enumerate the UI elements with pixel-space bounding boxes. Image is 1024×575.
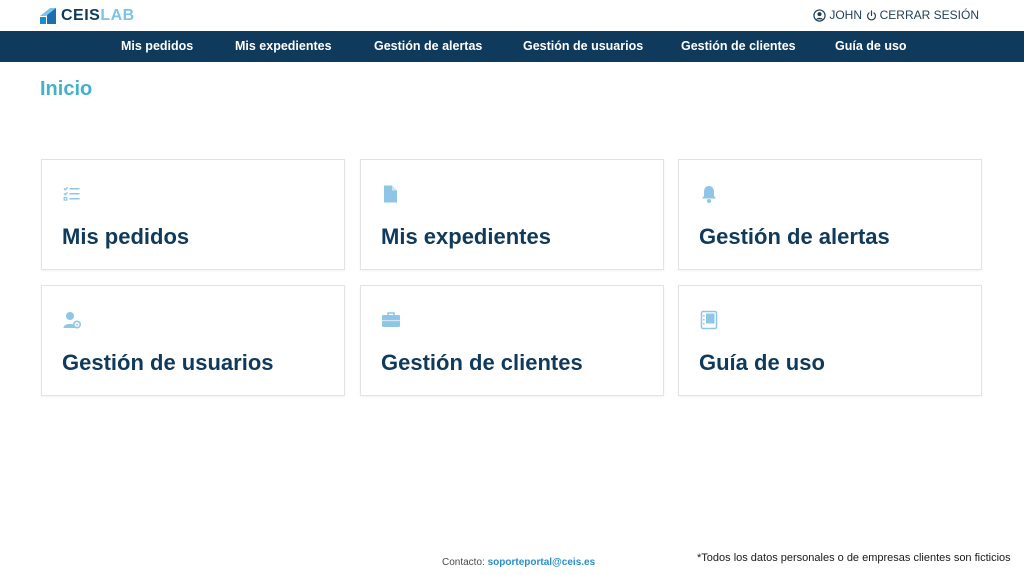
card-mis-expedientes[interactable]: Mis expedientes <box>360 159 664 270</box>
contact-label: Contacto: <box>442 557 485 568</box>
footer-contact: Contacto: soporteportal@ceis.es <box>442 557 595 568</box>
card-guia-uso[interactable]: Guía de uso <box>678 285 982 396</box>
card-title: Gestión de clientes <box>381 350 583 375</box>
brand-part1: CEIS <box>61 7 101 24</box>
user-name: JOHN <box>829 8 862 22</box>
notebook-icon <box>700 310 718 330</box>
card-gestion-alertas[interactable]: Gestión de alertas <box>678 159 982 270</box>
user-circle-icon <box>813 8 827 22</box>
user-gear-icon <box>63 312 82 329</box>
logo-mark-icon <box>40 8 56 24</box>
contact-email-link[interactable]: soporteportal@ceis.es <box>488 557 596 568</box>
nav-item-gestion-usuarios[interactable]: Gestión de usuarios <box>523 31 643 62</box>
power-icon <box>866 9 876 21</box>
card-title: Guía de uso <box>699 350 825 375</box>
main-nav: Mis pedidos Mis expedientes Gestión de a… <box>0 31 1024 62</box>
nav-item-gestion-clientes[interactable]: Gestión de clientes <box>681 31 796 62</box>
card-gestion-usuarios[interactable]: Gestión de usuarios <box>41 285 345 396</box>
card-title: Mis pedidos <box>62 224 190 249</box>
nav-item-mis-pedidos[interactable]: Mis pedidos <box>121 31 193 62</box>
logout-button[interactable]: CERRAR SESIÓN <box>866 8 979 22</box>
briefcase-icon <box>382 312 400 327</box>
brand-name: CEISLAB <box>61 7 135 25</box>
card-title: Gestión de usuarios <box>62 350 274 375</box>
bell-icon <box>702 186 716 203</box>
nav-item-guia-uso[interactable]: Guía de uso <box>835 31 907 62</box>
card-gestion-clientes[interactable]: Gestión de clientes <box>360 285 664 396</box>
nav-item-gestion-alertas[interactable]: Gestión de alertas <box>374 31 482 62</box>
brand-part2: LAB <box>100 7 135 24</box>
brand-logo[interactable]: CEISLAB <box>40 6 135 26</box>
top-bar: CEISLAB JOHN CERRAR SESIÓN <box>0 0 1024 31</box>
card-title: Gestión de alertas <box>699 224 890 249</box>
checklist-icon <box>63 186 80 201</box>
user-menu[interactable]: JOHN <box>813 8 862 22</box>
page-title: Inicio <box>40 78 93 100</box>
document-icon <box>384 185 397 203</box>
footer-disclaimer: *Todos los datos personales o de empresa… <box>697 552 1011 564</box>
nav-item-mis-expedientes[interactable]: Mis expedientes <box>235 31 332 62</box>
logout-label: CERRAR SESIÓN <box>879 8 979 22</box>
card-mis-pedidos[interactable]: Mis pedidos <box>41 159 345 270</box>
card-title: Mis expedientes <box>381 224 551 249</box>
